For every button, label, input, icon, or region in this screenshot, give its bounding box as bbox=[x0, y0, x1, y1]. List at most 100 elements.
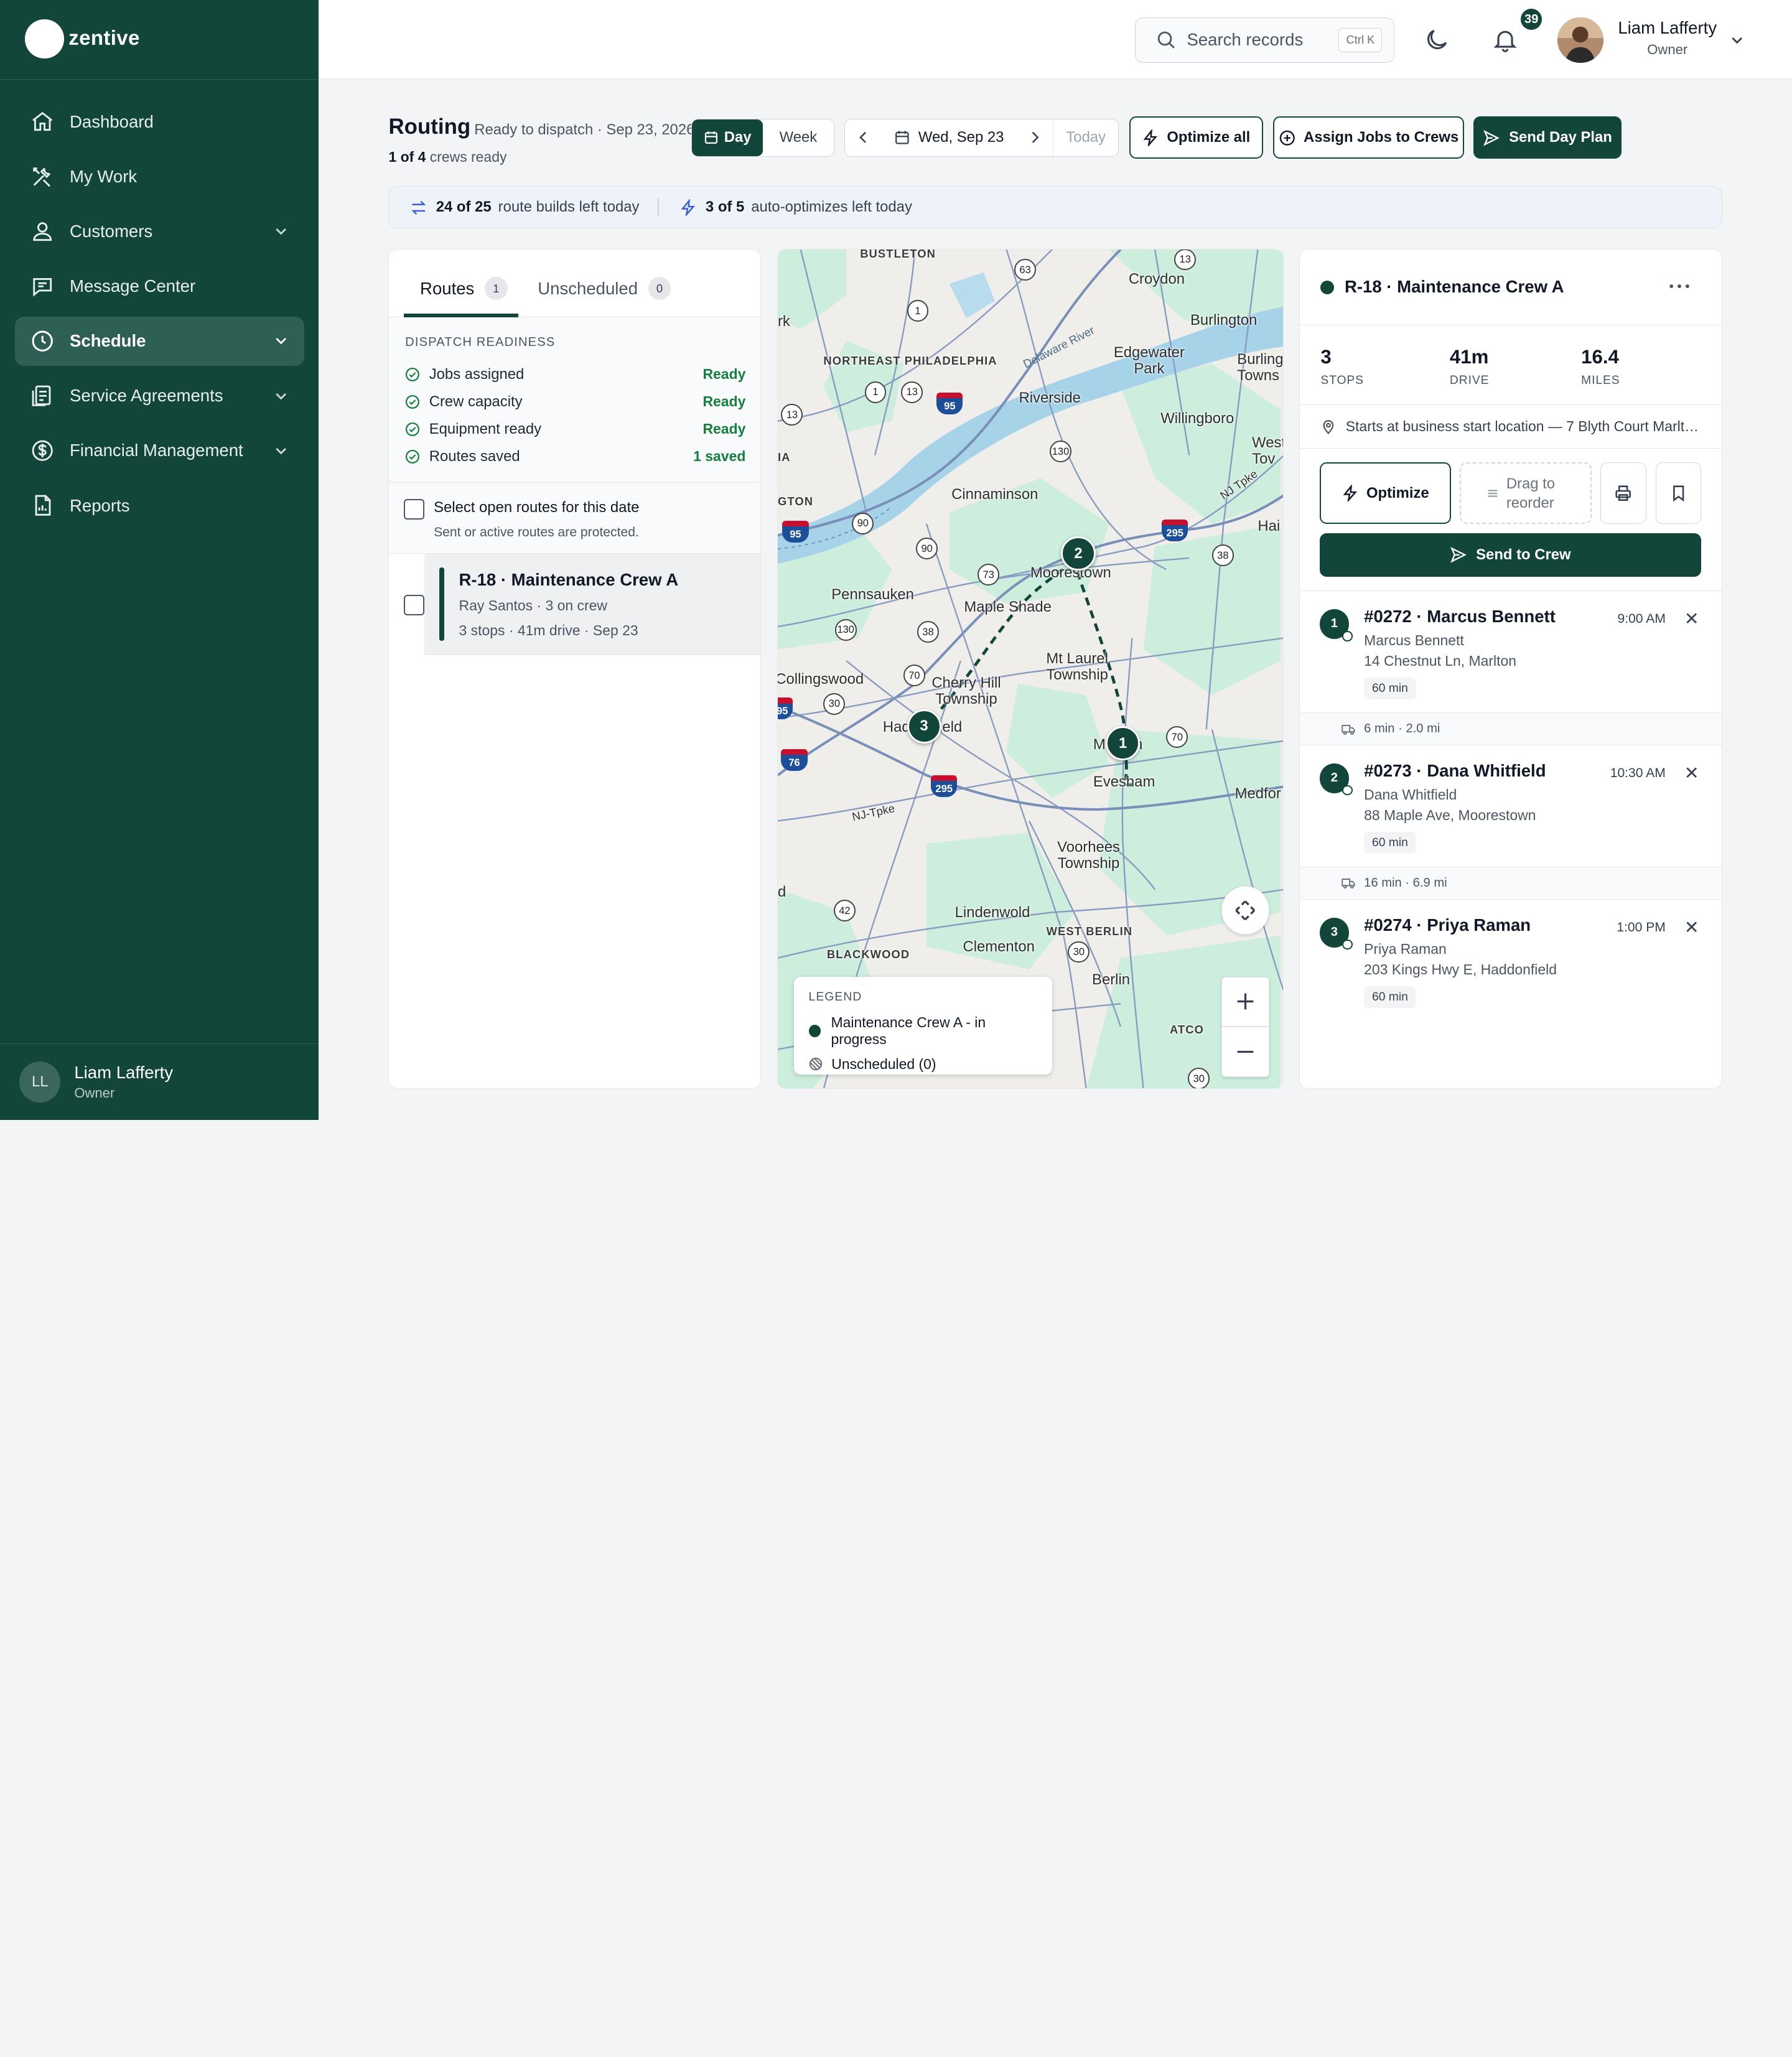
readiness-row: Equipment ready Ready bbox=[405, 417, 745, 441]
stop-marker[interactable]: 2 bbox=[1061, 536, 1096, 571]
interstate-number: 95 bbox=[782, 526, 809, 543]
stop-item[interactable]: 2 #0273 · Dana Whitfield 10:30 AM Dana W… bbox=[1300, 745, 1722, 868]
sidebar-item-label: Dashboard bbox=[70, 111, 154, 131]
sidebar-item-my-work[interactable]: My Work bbox=[15, 152, 304, 201]
user-menu[interactable]: Liam Lafferty Owner bbox=[1617, 18, 1718, 58]
route-shield: 130 bbox=[1050, 441, 1071, 462]
dispatch-readiness: DISPATCH READINESS Jobs assigned Ready C… bbox=[389, 317, 761, 483]
map-label: d bbox=[777, 883, 786, 900]
truck-icon bbox=[1342, 879, 1356, 889]
map-label: Edgewater Park bbox=[1113, 343, 1185, 378]
fit-bounds-button[interactable] bbox=[1221, 886, 1269, 935]
tab-routes-count: 1 bbox=[484, 277, 508, 301]
chevron-down-icon bbox=[276, 393, 287, 400]
sidebar-item-label: Schedule bbox=[70, 331, 146, 351]
stop-marker[interactable]: 3 bbox=[907, 709, 941, 744]
readiness-status: 1 saved bbox=[693, 448, 746, 465]
stop-name: #0274 · Priya Raman bbox=[1364, 915, 1531, 935]
stop-number-text: 3 bbox=[1330, 925, 1338, 940]
tab-routes[interactable]: Routes 1 bbox=[420, 277, 508, 301]
map-label: Riverside bbox=[1019, 389, 1081, 407]
route-summary: 3 stops · 41m drive · Sep 23 bbox=[459, 622, 638, 639]
sidebar-item-label: Reports bbox=[70, 495, 130, 515]
crews-ready: 1 of 4 crews ready bbox=[388, 149, 506, 166]
chevron-down-icon[interactable] bbox=[1728, 31, 1746, 49]
brand-logo[interactable]: zentive bbox=[25, 19, 139, 58]
view-week-button[interactable]: Week bbox=[763, 119, 834, 156]
readiness-row: Routes saved 1 saved bbox=[405, 445, 745, 468]
tab-unscheduled[interactable]: Unscheduled 0 bbox=[538, 277, 671, 301]
stop-list: 1 #0272 · Marcus Bennett 9:00 AM Marcus … bbox=[1300, 590, 1722, 1022]
next-day-button[interactable] bbox=[1017, 120, 1053, 156]
optimize-all-button[interactable]: Optimize all bbox=[1129, 116, 1263, 159]
sidebar-item-customers[interactable]: Customers bbox=[15, 207, 304, 256]
route-shield: 42 bbox=[833, 900, 856, 922]
dollar-icon bbox=[29, 437, 56, 464]
drag-to-reorder-button[interactable]: Drag to reorder bbox=[1460, 462, 1592, 525]
legend-route-swatch bbox=[808, 1024, 821, 1038]
start-location: Starts at business start location — 7 Bl… bbox=[1300, 405, 1722, 449]
search-placeholder: Search records bbox=[1187, 30, 1304, 50]
select-open-routes-label[interactable]: Select open routes for this date bbox=[434, 499, 639, 516]
select-open-routes: Select open routes for this date Sent or… bbox=[389, 483, 761, 554]
today-button[interactable]: Today bbox=[1053, 119, 1118, 156]
stat-label: STOPS bbox=[1320, 373, 1364, 387]
stop-status-icon bbox=[1342, 785, 1353, 796]
route-card[interactable]: R-18 · Maintenance Crew A Ray Santos · 3… bbox=[424, 553, 761, 656]
search-input[interactable]: Search records Ctrl K bbox=[1134, 17, 1394, 63]
stop-item[interactable]: 1 #0272 · Marcus Bennett 9:00 AM Marcus … bbox=[1300, 590, 1722, 714]
route-map[interactable]: BUSTLETON Croydon NORTHEAST PHILADELPHIA… bbox=[777, 249, 1284, 1089]
legend-item-route: Maintenance Crew A - in progress bbox=[808, 1014, 1037, 1048]
stop-number-text: 1 bbox=[1330, 617, 1338, 631]
bell-icon[interactable] bbox=[1491, 26, 1519, 54]
stop-status-icon bbox=[1342, 631, 1353, 641]
tab-routes-label: Routes bbox=[420, 278, 475, 298]
sidebar-user[interactable]: LL Liam Lafferty Owner bbox=[0, 1043, 319, 1120]
interstate-shield: 76 bbox=[781, 749, 808, 771]
optimize-button[interactable]: Optimize bbox=[1319, 462, 1451, 525]
select-open-routes-checkbox[interactable] bbox=[404, 498, 425, 520]
route-shield: 90 bbox=[852, 512, 874, 534]
map-label: Cinnaminson bbox=[951, 485, 1038, 503]
check-circle-icon bbox=[406, 422, 420, 436]
moon-icon[interactable] bbox=[1423, 26, 1450, 54]
send-day-plan-button[interactable]: Send Day Plan bbox=[1473, 116, 1622, 159]
agreement-icon bbox=[29, 382, 56, 409]
view-day-button[interactable]: Day bbox=[692, 119, 763, 156]
stop-item[interactable]: 3 #0274 · Priya Raman 1:00 PM Priya Rama… bbox=[1300, 899, 1722, 1022]
sidebar-item-service-agreements[interactable]: Service Agreements bbox=[15, 371, 304, 421]
map-label: BUSTLETON bbox=[860, 249, 936, 260]
route-stats: 3 STOPS 41m DRIVE 16.4 MILES bbox=[1300, 325, 1722, 406]
page-subtitle: Ready to dispatch · Sep 23, 2026 bbox=[474, 121, 695, 138]
remove-stop-icon[interactable] bbox=[1682, 763, 1701, 781]
sidebar-item-label: Message Center bbox=[70, 276, 196, 296]
sidebar-item-schedule[interactable]: Schedule bbox=[14, 316, 304, 366]
save-route-button[interactable] bbox=[1655, 462, 1701, 525]
route-shield: 30 bbox=[1188, 1068, 1210, 1089]
clock-icon bbox=[29, 327, 56, 355]
route-color-bar bbox=[439, 567, 444, 641]
check-circle-icon bbox=[406, 394, 420, 409]
remove-stop-icon[interactable] bbox=[1682, 918, 1701, 936]
avatar[interactable] bbox=[1557, 17, 1603, 63]
route-checkbox[interactable] bbox=[404, 595, 425, 616]
date-picker[interactable]: Wed, Sep 23 bbox=[882, 129, 1017, 146]
stop-address: 88 Maple Ave, Moorestown bbox=[1364, 806, 1536, 823]
more-options-icon[interactable] bbox=[1666, 273, 1693, 300]
zoom-in-button[interactable] bbox=[1221, 976, 1269, 1027]
assign-jobs-button[interactable]: Assign Jobs to Crews bbox=[1273, 116, 1464, 159]
drag-handle-icon bbox=[1488, 489, 1498, 497]
readiness-title: DISPATCH READINESS bbox=[405, 335, 556, 350]
print-button[interactable] bbox=[1600, 462, 1646, 525]
sidebar-item-dashboard[interactable]: Dashboard bbox=[15, 97, 304, 146]
map-canvas bbox=[777, 250, 1283, 1089]
swap-icon bbox=[411, 200, 426, 215]
remove-stop-icon[interactable] bbox=[1682, 609, 1701, 627]
sidebar-item-message-center[interactable]: Message Center bbox=[15, 262, 304, 311]
sidebar-item-financial-management[interactable]: Financial Management bbox=[15, 426, 304, 475]
zoom-out-button[interactable] bbox=[1221, 1027, 1269, 1078]
route-detail-title: R-18 · Maintenance Crew A bbox=[1344, 277, 1564, 297]
sidebar-item-reports[interactable]: Reports bbox=[15, 481, 304, 530]
prev-day-button[interactable] bbox=[845, 120, 882, 156]
send-to-crew-button[interactable]: Send to Crew bbox=[1319, 533, 1701, 577]
